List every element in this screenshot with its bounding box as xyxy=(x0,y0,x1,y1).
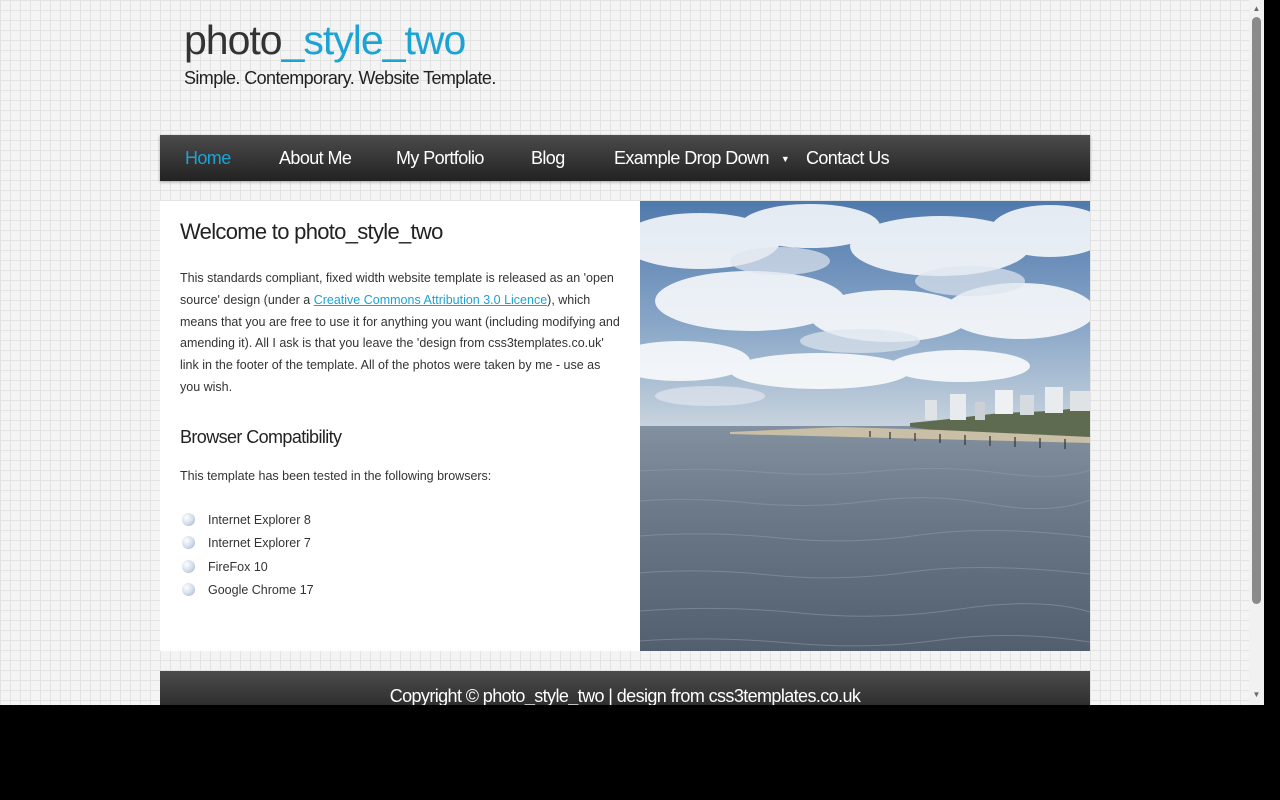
browser-name: Internet Explorer 7 xyxy=(208,536,311,551)
menu-item-label: Blog xyxy=(531,148,565,168)
main-menu: Home About Me My Portfolio Blog Example … xyxy=(160,135,1090,181)
intro-text-end: ), which means that you are free to use … xyxy=(180,292,620,394)
site-title-main: photo xyxy=(184,17,283,63)
scroll-up-icon[interactable]: ▲ xyxy=(1249,2,1264,16)
scrollbar-thumb[interactable] xyxy=(1252,17,1261,604)
menu-item-my-portfolio[interactable]: My Portfolio xyxy=(396,135,484,181)
licence-link[interactable]: Creative Commons Attribution 3.0 Licence xyxy=(314,293,547,307)
intro-paragraph: This standards compliant, fixed width we… xyxy=(180,268,620,399)
sphere-bullet-icon xyxy=(182,582,195,596)
site-title-accent: _style_two xyxy=(281,17,467,63)
site-logo[interactable]: photo_style_two Simple. Contemporary. We… xyxy=(184,14,496,89)
menu-item-label: About Me xyxy=(279,148,352,168)
list-item: Internet Explorer 8 xyxy=(180,510,314,533)
list-item: Internet Explorer 7 xyxy=(180,533,314,556)
menu-item-blog[interactable]: Blog xyxy=(531,135,565,181)
menu-item-label: Example Drop Down xyxy=(614,148,769,168)
page-title: Welcome to photo_style_two xyxy=(180,219,443,244)
browser-compatibility-heading: Browser Compatibility xyxy=(180,427,342,447)
list-item: Google Chrome 17 xyxy=(180,580,314,603)
menu-item-label: Contact Us xyxy=(806,148,890,168)
browser-list: Internet Explorer 8 Internet Explorer 7 … xyxy=(180,510,314,603)
site-slogan: Simple. Contemporary. Website Template. xyxy=(184,68,496,88)
browser-name: Internet Explorer 8 xyxy=(208,513,311,527)
content-panel: Welcome to photo_style_two This standard… xyxy=(160,201,640,651)
browser-name: FireFox 10 xyxy=(208,559,268,574)
site-title: photo_style_two xyxy=(184,14,496,66)
menu-item-home[interactable]: Home xyxy=(185,135,231,181)
sphere-bullet-icon xyxy=(182,513,195,526)
browser-name: Google Chrome 17 xyxy=(208,582,314,597)
seascape-photo xyxy=(640,201,1090,651)
browser-compatibility-text: This template has been tested in the fol… xyxy=(180,469,492,483)
sphere-bullet-icon xyxy=(182,559,195,573)
list-item: FireFox 10 xyxy=(180,557,314,580)
menu-item-contact-us[interactable]: Contact Us xyxy=(806,135,890,181)
page-footer: Copyright © photo_style_two | design fro… xyxy=(160,671,1090,705)
sphere-bullet-icon xyxy=(182,536,195,550)
menu-item-label: My Portfolio xyxy=(396,148,484,168)
caret-down-icon: ▼ xyxy=(780,154,790,164)
scroll-down-icon[interactable]: ▼ xyxy=(1249,688,1264,702)
browser-viewport: photo_style_two Simple. Contemporary. We… xyxy=(0,0,1249,705)
vertical-scrollbar[interactable]: ▲ ▼ xyxy=(1249,0,1264,705)
menu-item-label: Home xyxy=(185,148,231,168)
menu-item-example-drop-down[interactable]: Example Drop Down ▼ xyxy=(614,135,790,181)
menu-item-about-me[interactable]: About Me xyxy=(279,135,352,181)
